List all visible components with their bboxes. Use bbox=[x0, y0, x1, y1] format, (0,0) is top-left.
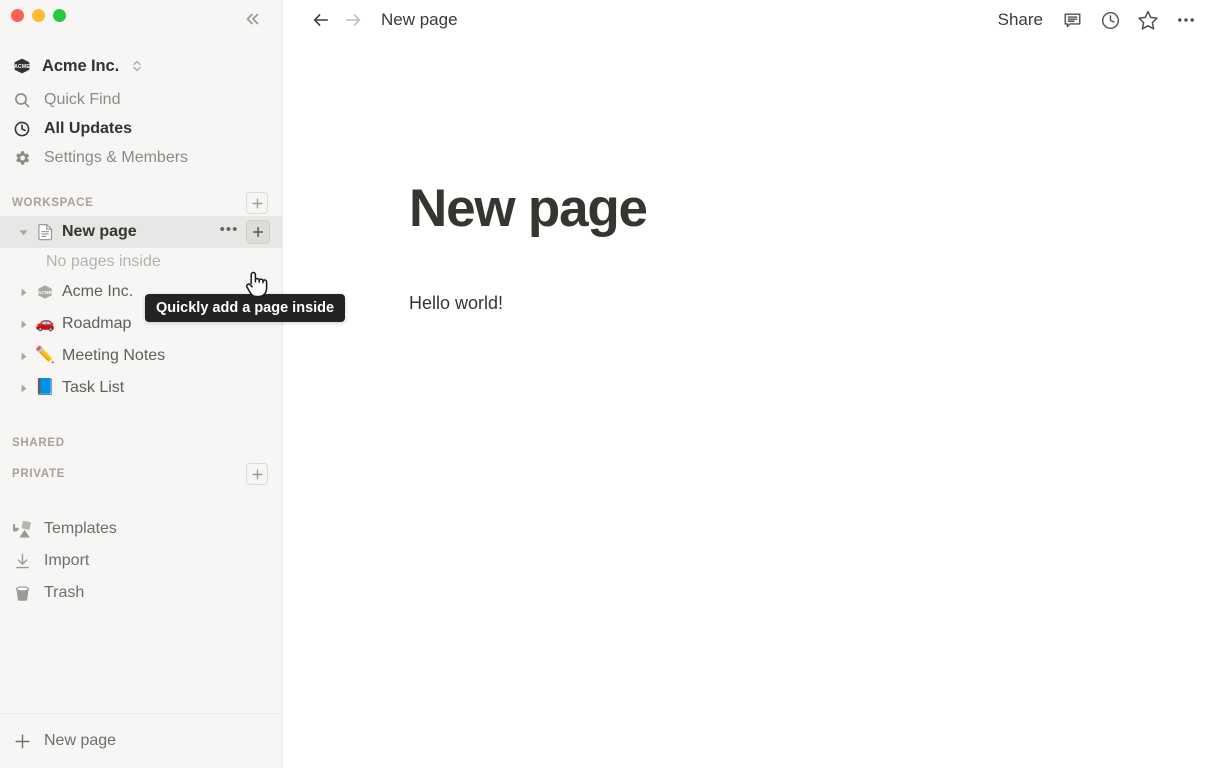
acme-logo-icon: ACME bbox=[34, 283, 56, 301]
window-titlebar bbox=[0, 0, 282, 40]
chevron-right-icon[interactable] bbox=[12, 319, 34, 330]
document-body: New page Hello world! bbox=[283, 40, 1229, 317]
add-subpage-button[interactable] bbox=[246, 220, 270, 244]
sidebar-page-label: Roadmap bbox=[62, 315, 131, 333]
sidebar-item-label: Templates bbox=[44, 520, 117, 538]
sidebar-item-trash[interactable]: Trash bbox=[0, 577, 282, 609]
close-window-button[interactable] bbox=[11, 9, 24, 22]
sidebar-item-label: Quick Find bbox=[44, 91, 120, 109]
chevron-right-icon[interactable] bbox=[12, 287, 34, 298]
breadcrumb[interactable]: New page bbox=[381, 10, 458, 30]
import-icon bbox=[12, 551, 32, 571]
sidebar-item-label: Settings & Members bbox=[44, 149, 188, 167]
comment-icon[interactable] bbox=[1053, 4, 1091, 36]
more-options-icon[interactable] bbox=[1167, 4, 1205, 36]
sidebar-page-task-list[interactable]: 📘 Task List bbox=[0, 372, 282, 404]
workspace-name: Acme Inc. bbox=[42, 57, 119, 76]
pencil-emoji-icon: ✏️ bbox=[34, 348, 56, 364]
page-title[interactable]: New page bbox=[409, 180, 1229, 238]
plus-icon bbox=[12, 731, 32, 751]
back-arrow-icon[interactable] bbox=[307, 6, 335, 34]
sidebar-item-templates[interactable]: Templates bbox=[0, 513, 282, 545]
section-header-private: PRIVATE bbox=[0, 461, 282, 487]
sidebar-item-label: Trash bbox=[44, 584, 84, 602]
tooltip: Quickly add a page inside bbox=[145, 294, 345, 322]
chevron-updown-icon bbox=[131, 58, 143, 74]
sidebar-page-new-page[interactable]: New page ••• bbox=[0, 216, 282, 248]
section-title: WORKSPACE bbox=[12, 197, 93, 209]
sidebar-page-label: Acme Inc. bbox=[62, 283, 133, 301]
sidebar-item-label: All Updates bbox=[44, 120, 132, 138]
svg-text:ACME: ACME bbox=[38, 290, 52, 295]
topbar: New page Share bbox=[283, 0, 1229, 40]
acme-logo-icon: ACME bbox=[12, 56, 32, 76]
add-private-page-button[interactable] bbox=[246, 463, 268, 485]
collapse-sidebar-icon[interactable] bbox=[240, 7, 264, 31]
sidebar-item-import[interactable]: Import bbox=[0, 545, 282, 577]
new-page-button[interactable]: New page bbox=[0, 714, 282, 768]
sidebar-item-label: Import bbox=[44, 552, 89, 570]
gear-icon bbox=[12, 148, 32, 168]
sidebar-page-meeting-notes[interactable]: ✏️ Meeting Notes bbox=[0, 340, 282, 372]
page-paragraph[interactable]: Hello world! bbox=[409, 290, 1229, 317]
section-title: PRIVATE bbox=[12, 468, 65, 480]
book-emoji-icon: 📘 bbox=[34, 380, 56, 396]
add-workspace-page-button[interactable] bbox=[246, 192, 268, 214]
favorite-star-icon[interactable] bbox=[1129, 4, 1167, 36]
maximize-window-button[interactable] bbox=[53, 9, 66, 22]
chevron-down-icon[interactable] bbox=[12, 227, 34, 238]
templates-icon bbox=[12, 519, 32, 539]
notion-window: ACME Acme Inc. Quick Find bbox=[0, 0, 1229, 768]
sidebar-page-label: Meeting Notes bbox=[62, 347, 165, 365]
section-title: SHARED bbox=[12, 437, 65, 449]
row-actions: ••• bbox=[218, 220, 270, 244]
chevron-right-icon[interactable] bbox=[12, 351, 34, 362]
share-button[interactable]: Share bbox=[988, 6, 1053, 34]
clock-icon bbox=[12, 119, 32, 139]
search-icon bbox=[12, 90, 32, 110]
car-emoji-icon: 🚗 bbox=[34, 316, 56, 332]
section-header-workspace: WORKSPACE bbox=[0, 190, 282, 216]
sidebar: ACME Acme Inc. Quick Find bbox=[0, 0, 283, 768]
new-page-button-label: New page bbox=[44, 732, 116, 750]
trash-icon bbox=[12, 583, 32, 603]
chevron-right-icon[interactable] bbox=[12, 383, 34, 394]
traffic-lights bbox=[11, 9, 66, 22]
page-icon bbox=[34, 223, 56, 241]
sidebar-footer-nav: Templates Import bbox=[0, 513, 282, 609]
sidebar-page-label: New page bbox=[62, 223, 137, 241]
section-header-shared: SHARED bbox=[0, 430, 282, 456]
sidebar-page-label: Task List bbox=[62, 379, 124, 397]
workspace-switcher[interactable]: ACME Acme Inc. bbox=[0, 51, 282, 81]
updates-clock-icon[interactable] bbox=[1091, 4, 1129, 36]
no-pages-inside-note: No pages inside bbox=[0, 248, 282, 276]
sidebar-item-quick-find[interactable]: Quick Find bbox=[0, 85, 282, 114]
sidebar-item-settings-members[interactable]: Settings & Members bbox=[0, 143, 282, 172]
topbar-actions: Share bbox=[988, 4, 1205, 36]
forward-arrow-icon[interactable] bbox=[339, 6, 367, 34]
svg-text:ACME: ACME bbox=[14, 64, 30, 70]
minimize-window-button[interactable] bbox=[32, 9, 45, 22]
main-content: New page Share bbox=[283, 0, 1229, 768]
sidebar-item-all-updates[interactable]: All Updates bbox=[0, 114, 282, 143]
page-more-options-icon[interactable]: ••• bbox=[218, 221, 240, 243]
